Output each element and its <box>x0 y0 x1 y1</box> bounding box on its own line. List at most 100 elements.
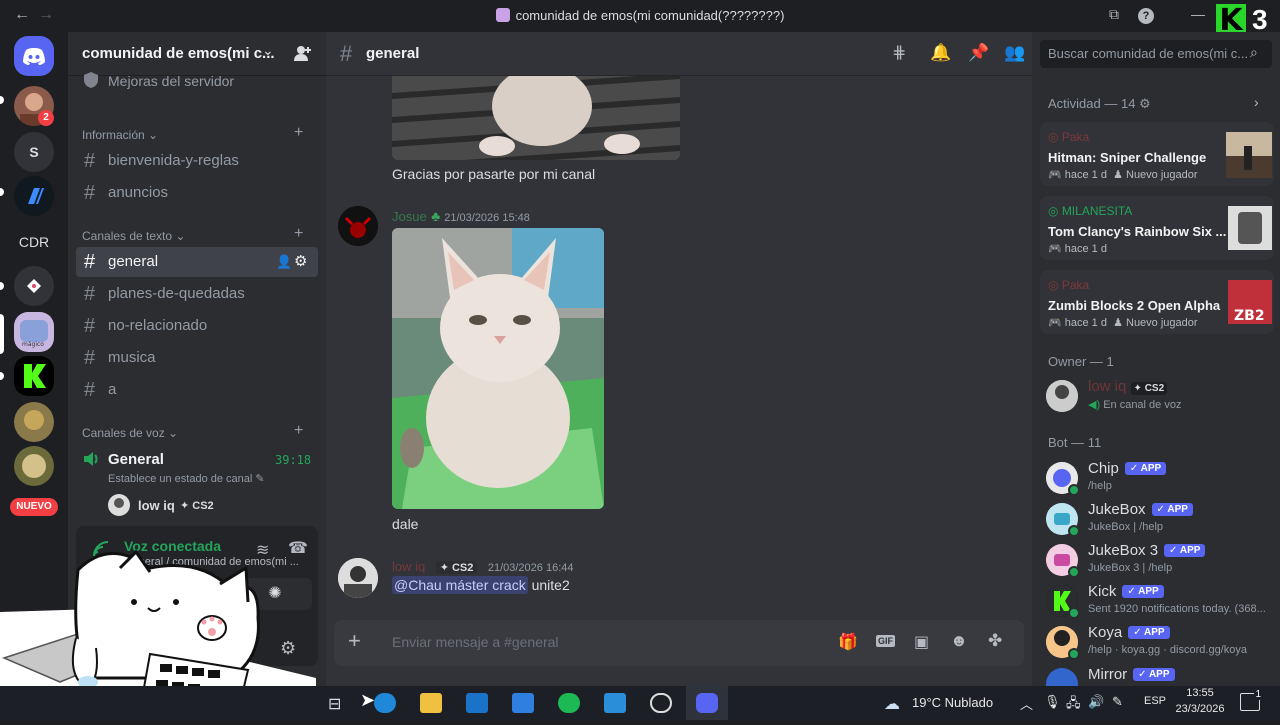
user-mention[interactable]: @Chau máster crack <box>392 576 528 594</box>
hash-icon: # <box>84 347 96 369</box>
server-kick-icon[interactable] <box>14 356 54 396</box>
activity-card[interactable]: ◎ Paka Hitman: Sniper Challenge 🎮 hace 1… <box>1040 122 1274 186</box>
message-header: Josue ♣ 21/03/2026 15:48 <box>392 208 530 226</box>
add-channel-icon[interactable]: + <box>294 124 303 142</box>
server-gamepad-icon[interactable] <box>14 266 54 306</box>
bell-icon[interactable]: 🔔 <box>930 43 951 63</box>
sticker-icon[interactable]: ▣ <box>914 632 929 652</box>
spotify-icon[interactable] <box>558 693 580 713</box>
clock-date[interactable]: 23/3/2026 <box>1172 703 1228 715</box>
member-bot[interactable]: Chip ✓ APP /help <box>1046 460 1274 500</box>
server-s[interactable]: S <box>14 132 54 172</box>
notification-icon[interactable]: 1 <box>1240 689 1262 711</box>
task-view-icon[interactable]: ⊟ <box>328 694 341 714</box>
activity-title[interactable]: Actividad — 14 ⚙ <box>1048 96 1151 112</box>
message-author[interactable]: low iq <box>392 559 425 574</box>
app-badge: ✓ APP <box>1128 626 1170 639</box>
clock-time[interactable]: 13:55 <box>1174 687 1226 699</box>
activity-card[interactable]: ◎ Paka Zumbi Blocks 2 Open Alpha 🎮 hace … <box>1040 270 1274 334</box>
channel-label: musica <box>108 349 156 366</box>
server-header[interactable]: comunidad de emos(mi c... ⌄ <box>68 32 326 76</box>
chevron-right-icon[interactable]: › <box>1254 94 1259 110</box>
pen-icon[interactable]: ✎ <box>1112 694 1123 710</box>
channel-header: # general ⋕ 🔔 📌 👥 <box>326 32 1032 76</box>
add-channel-icon[interactable]: + <box>294 422 303 440</box>
server-avatar-2[interactable] <box>14 402 54 442</box>
add-attachment-icon[interactable]: + <box>348 628 361 654</box>
discord-home-icon[interactable] <box>14 36 54 76</box>
voice-channel-general[interactable]: General <box>108 451 164 468</box>
member-bot[interactable]: Kick ✓ APP Sent 1920 notifications today.… <box>1046 583 1274 623</box>
gif-icon[interactable]: GIF <box>876 635 895 647</box>
boosts-link[interactable]: Mejoras del servidor <box>108 73 234 89</box>
members-icon[interactable]: 👥 <box>1004 43 1025 63</box>
unread-pill <box>0 282 4 290</box>
composer-placeholder[interactable]: Enviar mensaje a #general <box>392 634 559 650</box>
server-avatar-3[interactable] <box>14 446 54 486</box>
title-bar: ← → comunidad de emos(mi comunidad(?????… <box>0 0 1280 38</box>
tag-label: CS2 <box>192 500 214 512</box>
gear-icon[interactable]: ⚙ <box>294 247 307 277</box>
volume-icon[interactable]: 🔊 <box>1088 694 1104 710</box>
threads-icon[interactable]: ⋕ <box>892 43 906 63</box>
category-info[interactable]: Información ⌄ <box>82 128 158 142</box>
channel-bienvenida[interactable]: # bienvenida-y-reglas <box>76 146 318 176</box>
voice-status-prompt[interactable]: Establece un estado de canal ✎ <box>108 472 265 485</box>
help-icon[interactable]: ? <box>1138 8 1154 24</box>
add-member-icon[interactable] <box>294 44 312 67</box>
channel-no-relacionado[interactable]: # no-relacionado <box>76 311 318 341</box>
weather-text[interactable]: 19°C Nublado <box>912 695 993 710</box>
minimize-icon[interactable]: — <box>1188 6 1208 26</box>
apps-icon[interactable]: ✤ <box>988 631 1002 651</box>
message-header: low iq ✦ CS2 21/03/2026 16:44 <box>392 558 573 576</box>
activity-card[interactable]: ◎ MILANESITA Tom Clancy's Rainbow Six ..… <box>1040 196 1274 260</box>
app-label: APP <box>1179 545 1201 556</box>
mic-icon[interactable]: 🎙 <box>1044 694 1061 710</box>
language-indicator[interactable]: ESP <box>1144 695 1166 707</box>
search-input[interactable]: Buscar comunidad de emos(mi c... <box>1040 40 1272 68</box>
member-status: JukeBox | /help <box>1088 521 1164 533</box>
member-bot[interactable]: Mirror ✓ APP <box>1046 666 1274 686</box>
message-image-1[interactable] <box>392 76 680 160</box>
member-bot[interactable]: Koya ✓ APP /help · koya.gg · discord.gg/k… <box>1046 624 1274 664</box>
member-owner[interactable]: low iq ✦ CS2 ◀) En canal de voz <box>1046 378 1274 418</box>
member-bot[interactable]: JukeBox ✓ APP JukeBox | /help <box>1046 501 1274 541</box>
channel-planes[interactable]: # planes-de-quedadas <box>76 279 318 309</box>
member-name: Chip ✓ APP <box>1088 460 1167 477</box>
voice-user-name[interactable]: low iq <box>138 498 175 513</box>
message-image-cat[interactable] <box>392 228 604 509</box>
channel-anuncios[interactable]: # anuncios <box>76 178 318 208</box>
message-composer[interactable]: + Enviar mensaje a #general 🎁 GIF ▣ ☻ ✤ <box>334 620 1024 666</box>
category-voice-label: Canales de voz <box>82 426 165 440</box>
avatar[interactable] <box>338 206 378 246</box>
network-icon[interactable]: 🖧 <box>1066 694 1081 716</box>
add-channel-icon[interactable]: + <box>294 225 303 243</box>
avatar[interactable] <box>338 558 378 598</box>
message-author[interactable]: Josue <box>392 209 427 224</box>
pin-icon[interactable]: 📌 <box>968 43 989 63</box>
discord-taskbar-item[interactable] <box>686 686 728 720</box>
store-icon[interactable] <box>512 693 534 713</box>
category-voice[interactable]: Canales de voz ⌄ <box>82 426 178 440</box>
emoji-icon[interactable]: ☻ <box>950 631 968 651</box>
member-bot[interactable]: JukeBox 3 ✓ APP JukeBox 3 | /help <box>1046 542 1274 582</box>
activity-user: ◎ Paka <box>1048 130 1090 144</box>
chevron-down-icon[interactable]: ⌄ <box>262 42 274 59</box>
invite-icon[interactable]: 👤 <box>276 247 292 277</box>
vscode-icon[interactable] <box>604 693 626 713</box>
outlook-icon[interactable] <box>466 693 488 713</box>
server-slash-icon[interactable] <box>14 176 54 216</box>
channel-musica[interactable]: # musica <box>76 343 318 373</box>
gift-icon[interactable]: 🎁 <box>838 632 858 652</box>
obs-icon[interactable] <box>650 693 672 713</box>
category-text[interactable]: Canales de texto ⌄ <box>82 229 185 243</box>
tray-chevron-icon[interactable]: ︿ <box>1020 694 1033 713</box>
channel-a[interactable]: # a <box>76 375 318 405</box>
edge-icon[interactable] <box>374 693 396 713</box>
file-explorer-icon[interactable] <box>420 693 442 713</box>
server-cdr[interactable]: CDR <box>14 222 54 262</box>
channel-general[interactable]: # general 👤 ⚙ <box>76 247 318 277</box>
server-active-icon[interactable]: mágico <box>14 312 54 352</box>
game-cover <box>1228 206 1272 250</box>
inbox-icon[interactable]: ⧉ <box>1104 6 1124 26</box>
